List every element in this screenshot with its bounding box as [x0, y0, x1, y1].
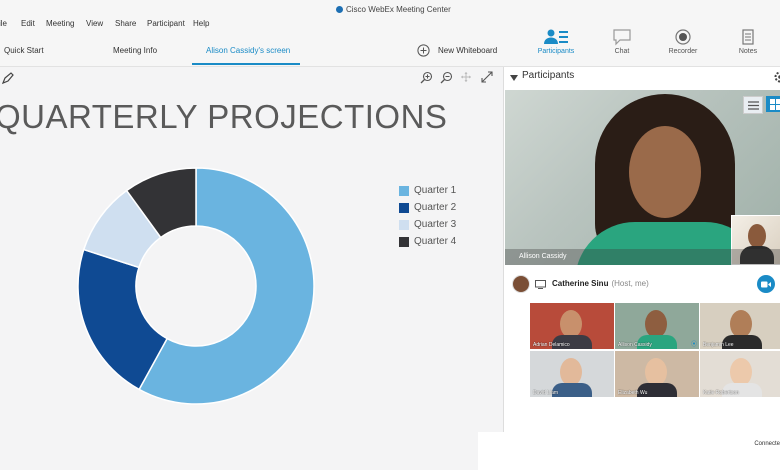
menu-meeting[interactable]: Meeting [46, 19, 74, 28]
menu-help[interactable]: Help [193, 19, 209, 28]
grid-view-icon [769, 98, 780, 110]
active-speaker-name: Allison Cassidy [505, 249, 780, 265]
participant-face [730, 310, 752, 338]
speaking-indicator-icon: ⦿ [690, 342, 697, 348]
legend-item: Quarter 1 [399, 182, 456, 199]
host-name: Catherine Sinu [552, 279, 609, 288]
legend-item: Quarter 4 [399, 233, 456, 250]
participants-title: Participants [522, 70, 575, 81]
menu-file[interactable]: ile [0, 19, 7, 28]
participant-tile[interactable]: Benjamin Lee [700, 303, 780, 349]
notes-tool-button[interactable]: Notes [726, 22, 770, 55]
speaker-face [629, 126, 701, 218]
participant-face [645, 310, 667, 338]
connection-status-box: Connecte [478, 432, 780, 470]
legend-label: Quarter 2 [414, 202, 457, 213]
notes-icon [742, 29, 754, 45]
annotate-pen-icon[interactable] [1, 71, 15, 85]
tab-quick-start[interactable]: Quick Start [4, 46, 44, 55]
host-role: (Host, me) [611, 279, 649, 288]
participant-face [730, 358, 752, 386]
connection-status-text: Connecte [754, 441, 780, 447]
chat-icon [613, 29, 631, 46]
window-title-text: Cisco WebEx Meeting Center [346, 5, 451, 14]
plus-circle-icon [417, 44, 430, 57]
zoom-in-icon[interactable] [420, 71, 433, 84]
participant-thumbnail-grid: Adrian Delamico Allison Cassidy ⦿ Benjam… [530, 303, 780, 398]
participants-tool-button[interactable]: Participants [534, 22, 578, 55]
legend-label: Quarter 1 [414, 185, 457, 196]
video-call-button[interactable] [757, 275, 775, 293]
slide-title: QUARTERLY PROJECTIONS [0, 98, 448, 135]
participant-name: Elizabeth Wu [618, 390, 648, 396]
participant-face [560, 310, 582, 338]
fullscreen-expand-icon[interactable] [481, 71, 493, 83]
legend-swatch [399, 219, 409, 230]
participant-face [645, 358, 667, 386]
tab-bar: Quick Start Meeting Info Alison Cassidy'… [0, 29, 780, 67]
window-title: Cisco WebEx Meeting Center [336, 5, 451, 14]
participant-name: Katie Robertson [703, 390, 739, 396]
notes-tool-label: Notes [738, 48, 758, 55]
menu-view[interactable]: View [86, 19, 103, 28]
webex-logo-icon [336, 6, 343, 13]
legend-swatch [399, 236, 409, 247]
recorder-tool-label: Recorder [668, 48, 698, 55]
active-speaker-video[interactable]: Allison Cassidy [505, 90, 780, 265]
new-whiteboard-label: New Whiteboard [438, 46, 498, 55]
zoom-out-icon[interactable] [440, 71, 453, 84]
record-icon [675, 29, 691, 45]
pan-move-icon[interactable] [460, 71, 472, 83]
participant-tile[interactable]: Allison Cassidy ⦿ [615, 303, 699, 349]
menu-edit[interactable]: Edit [21, 19, 35, 28]
share-toolbar [0, 67, 503, 89]
participant-tile[interactable]: Elizabeth Wu [615, 351, 699, 397]
participant-name: Benjamin Lee [703, 342, 734, 348]
list-view-button[interactable] [743, 96, 763, 114]
donut-hole [137, 227, 255, 345]
chart-legend: Quarter 1 Quarter 2 Quarter 3 Quarter 4 [399, 182, 456, 250]
view-toggle-group [743, 96, 780, 114]
chat-tool-label: Chat [614, 48, 630, 55]
list-view-icon [747, 100, 759, 110]
avatar [512, 275, 530, 293]
active-tab-indicator [192, 63, 300, 65]
participant-name: Allison Cassidy [618, 342, 652, 348]
grid-view-button[interactable] [766, 96, 780, 112]
self-view-face [748, 224, 766, 248]
participant-face [560, 358, 582, 386]
collapse-triangle-icon[interactable] [510, 74, 518, 82]
video-camera-icon [761, 281, 771, 287]
participant-name: Adrian Delamico [533, 342, 570, 348]
new-whiteboard-button[interactable]: New Whiteboard [417, 44, 497, 57]
participant-name: David Liam [533, 390, 559, 396]
tab-meeting-info[interactable]: Meeting Info [113, 46, 157, 55]
participants-panel: Participants Allison Cassidy Catherine S… [503, 67, 780, 470]
legend-swatch [399, 185, 409, 196]
gear-icon[interactable] [774, 71, 780, 83]
screen-share-icon [535, 280, 546, 289]
legend-label: Quarter 4 [414, 236, 457, 247]
menu-share[interactable]: Share [115, 19, 136, 28]
participant-tile[interactable]: Adrian Delamico [530, 303, 614, 349]
participants-tool-label: Participants [537, 48, 575, 55]
legend-item: Quarter 2 [399, 199, 456, 216]
host-name-line: Catherine Sinu (Host, me) [552, 279, 649, 288]
legend-swatch [399, 202, 409, 213]
host-participant-row[interactable]: Catherine Sinu (Host, me) [504, 270, 780, 300]
legend-label: Quarter 3 [414, 219, 457, 230]
participants-header: Participants [504, 67, 780, 89]
chat-tool-button[interactable]: Chat [600, 22, 644, 55]
legend-item: Quarter 3 [399, 216, 456, 233]
participant-tile[interactable]: Katie Robertson [700, 351, 780, 397]
quarterly-donut-chart [77, 167, 315, 405]
participants-icon [544, 29, 568, 44]
tab-shared-screen[interactable]: Alison Cassidy's screen [206, 46, 290, 55]
menu-participant[interactable]: Participant [147, 19, 185, 28]
recorder-tool-button[interactable]: Recorder [661, 22, 705, 55]
shared-screen-panel: QUARTERLY PROJECTIONS Quarter 1 Quarter 2… [0, 67, 503, 470]
participant-tile[interactable]: David Liam [530, 351, 614, 397]
